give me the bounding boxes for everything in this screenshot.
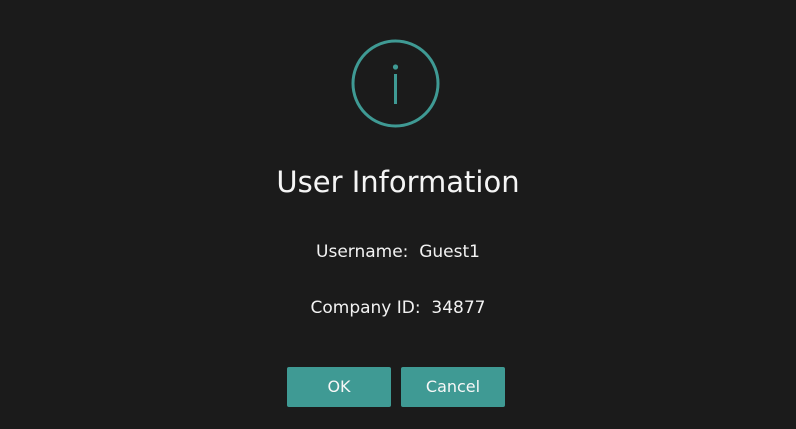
info-icon: [351, 39, 440, 128]
username-label: Username:: [316, 242, 414, 262]
user-info-dialog: User Information Username: Guest1 Compan…: [0, 0, 796, 429]
dialog-title: User Information: [276, 165, 520, 199]
company-id-value: 34877: [431, 298, 486, 318]
username-row: Username: Guest1: [0, 240, 796, 264]
ok-button[interactable]: OK: [287, 367, 391, 407]
username-value: Guest1: [419, 242, 480, 262]
company-id-label: Company ID:: [310, 298, 426, 318]
company-id-row: Company ID: 34877: [0, 296, 796, 320]
cancel-button[interactable]: Cancel: [401, 367, 505, 407]
